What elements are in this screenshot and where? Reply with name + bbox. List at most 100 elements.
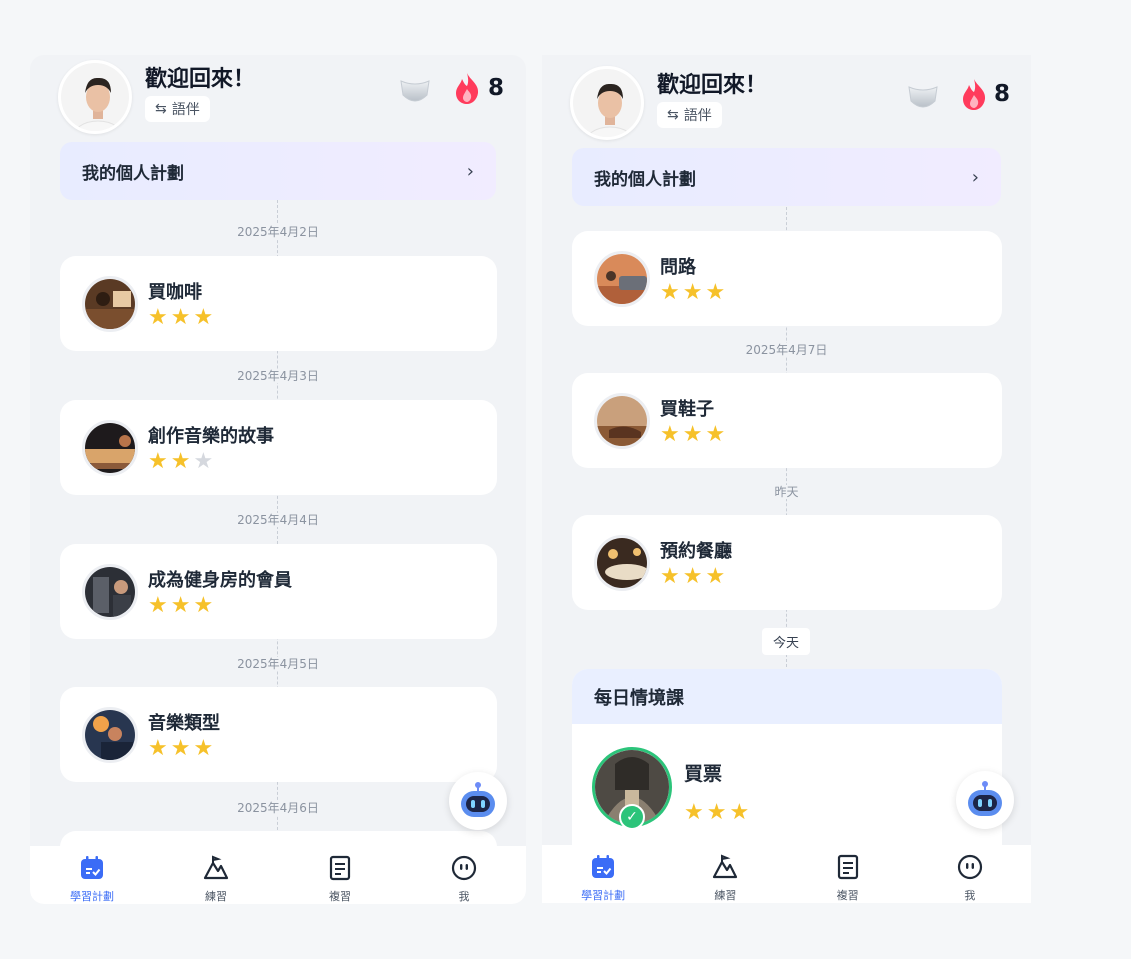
star-icon: ★ [193, 736, 214, 761]
star-icon: ★ [684, 800, 704, 825]
swap-icon: ⇆ [155, 101, 167, 117]
avatar[interactable] [58, 60, 132, 134]
robot-icon [461, 782, 495, 817]
star-rating: ★ ★ ★ [148, 738, 213, 760]
lesson-date: 2025年4月2日 [30, 223, 526, 240]
star-icon: ★ [193, 305, 214, 330]
mountain-icon [203, 855, 229, 880]
tab-practice[interactable]: 練習 [664, 845, 786, 903]
partner-label: 語伴 [171, 102, 200, 118]
star-icon: ★ [660, 280, 680, 305]
star-icon: ★ [148, 736, 168, 761]
tab-practice[interactable]: 練習 [154, 846, 278, 904]
star-icon: ★ [193, 593, 214, 618]
personal-plan-button[interactable]: 我的個人計劃 › [60, 142, 496, 200]
lesson-thumbnail [594, 251, 650, 307]
lesson-card[interactable]: 買鞋子 ★ ★ ★ [572, 373, 1002, 468]
star-icon: ★ [682, 280, 703, 305]
calendar-check-icon [81, 856, 103, 879]
tab-label: 練習 [714, 889, 737, 902]
partner-label: 語伴 [683, 108, 712, 124]
robot-icon [968, 781, 1002, 816]
lesson-thumbnail [82, 276, 138, 332]
tab-label: 練習 [205, 890, 227, 903]
lesson-title: 音樂類型 [148, 713, 220, 734]
star-icon: ★ [682, 422, 703, 447]
lesson-card[interactable]: 問路 ★ ★ ★ [572, 231, 1002, 326]
personal-plan-button[interactable]: 我的個人計劃 › [572, 148, 1001, 206]
lesson-date: 2025年4月3日 [30, 367, 526, 384]
star-rating: ★ ★ ★ [660, 424, 725, 446]
lesson-date: 2025年4月4日 [30, 511, 526, 528]
lesson-date: 2025年4月5日 [30, 655, 526, 672]
right-screen: 歡迎回來！ ⇆ 語伴 8 我的個人計劃 › 問路 ★★★ 2025年4月7日 [542, 55, 1031, 903]
face-icon [957, 854, 982, 880]
lesson-thumbnail [594, 393, 650, 449]
lesson-card[interactable]: 買咖啡 ★ ★ ★ [60, 256, 497, 351]
star-icon: ★ [170, 736, 191, 761]
lesson-thumbnail [82, 707, 138, 763]
medal-icon[interactable] [906, 79, 940, 113]
tab-label: 我 [458, 890, 470, 903]
lesson-card[interactable]: 創作音樂的故事 ★ ★ ★ [60, 400, 497, 495]
star-rating: ★ ★ ★ [684, 802, 749, 824]
tab-review[interactable]: 複習 [787, 845, 909, 903]
bottom-tab-bar: 學習計劃 練習 複習 我 [30, 846, 526, 904]
ai-assistant-button[interactable] [449, 772, 507, 830]
welcome-title: 歡迎回來！ [657, 73, 768, 98]
tab-label: 複習 [836, 889, 859, 902]
ai-assistant-button[interactable] [956, 771, 1014, 829]
tab-label: 學習計劃 [70, 890, 114, 903]
tab-label: 複習 [329, 890, 351, 903]
header: 歡迎回來！ ⇆ 語伴 8 [30, 55, 526, 139]
lesson-title: 買鞋子 [660, 399, 714, 420]
left-screen: 歡迎回來！ ⇆ 語伴 8 我的個人計劃 › 2025年4月2日 買咖啡 ★ ★ ★ … [30, 55, 526, 904]
partner-switch-button[interactable]: ⇆ 語伴 [657, 102, 722, 128]
today-label: 今天 [762, 628, 810, 655]
chevron-right-icon: › [971, 166, 979, 188]
star-rating: ★ ★ ★ [660, 566, 725, 588]
daily-lesson-title: 買票 [684, 763, 723, 785]
lesson-title: 預約餐廳 [660, 541, 732, 562]
star-icon: ★ [148, 449, 168, 474]
tab-learning-plan[interactable]: 學習計劃 [542, 845, 664, 903]
tab-learning-plan[interactable]: 學習計劃 [30, 846, 154, 904]
face-icon [451, 855, 477, 881]
star-icon: ★ [729, 800, 750, 825]
lesson-thumbnail [82, 564, 138, 620]
star-rating: ★ ★ ★ [148, 307, 213, 329]
star-icon: ★ [705, 280, 726, 305]
swap-icon: ⇆ [667, 107, 679, 123]
lesson-thumbnail [594, 535, 650, 591]
streak-count: 8 [488, 75, 505, 101]
lesson-title: 創作音樂的故事 [148, 426, 274, 447]
bottom-tab-bar: 學習計劃 練習 複習 我 [542, 845, 1031, 903]
completed-check-icon: ✓ [619, 804, 645, 830]
star-rating: ★ ★ ★ [148, 451, 213, 473]
plan-title: 我的個人計劃 [82, 163, 184, 184]
tab-label: 學習計劃 [581, 889, 626, 902]
star-icon: ★ [170, 305, 191, 330]
star-icon: ★ [148, 593, 168, 618]
flame-icon [963, 79, 986, 110]
avatar[interactable] [570, 66, 644, 140]
tab-review[interactable]: 複習 [278, 846, 402, 904]
tab-me[interactable]: 我 [909, 845, 1031, 903]
star-rating: ★ ★ ★ [148, 595, 213, 617]
lesson-card[interactable]: 預約餐廳 ★ ★ ★ [572, 515, 1002, 610]
lesson-title: 成為健身房的會員 [148, 570, 292, 591]
tab-label: 我 [964, 889, 976, 902]
star-icon: ★ [705, 422, 726, 447]
lesson-date: 2025年4月7日 [542, 341, 1031, 358]
welcome-title: 歡迎回來！ [145, 67, 256, 92]
lesson-thumbnail [82, 420, 138, 476]
star-icon: ★ [706, 800, 727, 825]
lesson-card[interactable]: 成為健身房的會員 ★ ★ ★ [60, 544, 497, 639]
partner-switch-button[interactable]: ⇆ 語伴 [145, 96, 210, 122]
star-icon: ★ [148, 305, 168, 330]
lesson-card[interactable]: 音樂類型 ★ ★ ★ [60, 687, 497, 782]
tab-me[interactable]: 我 [402, 846, 526, 904]
lesson-date: 昨天 [542, 483, 1031, 500]
flame-icon [456, 73, 479, 104]
medal-icon[interactable] [398, 73, 432, 107]
